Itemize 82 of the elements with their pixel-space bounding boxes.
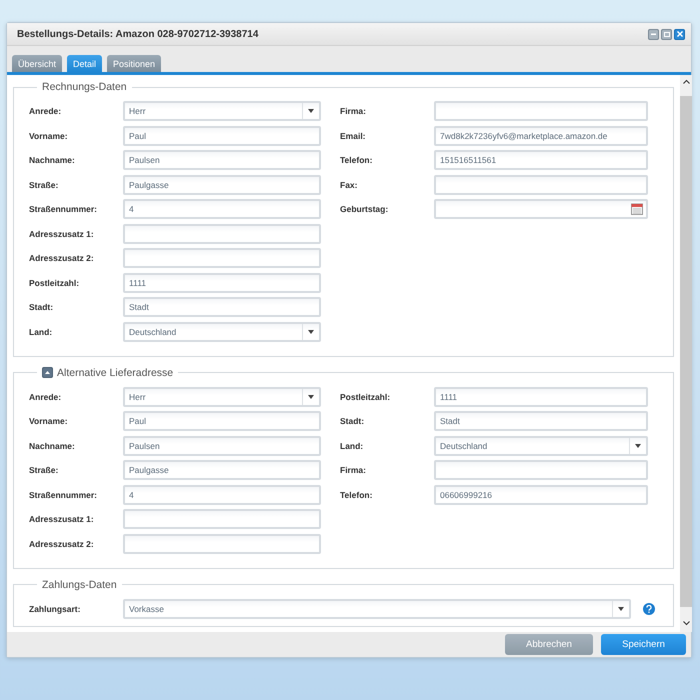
input-field[interactable]: Paulsen [123,150,321,170]
caret-icon [308,109,314,113]
field-label: Vorname: [29,416,69,426]
field-label: Stadt: [29,302,54,312]
caret-icon [308,330,314,334]
field-label: Straßennummer: [29,490,98,500]
section-title: Zahlungs-Daten [42,578,117,590]
help-icon[interactable] [643,602,655,614]
date-field[interactable] [434,199,648,219]
field-label: Telefon: [340,155,374,165]
field-label: Adresszusatz 1: [29,514,95,524]
dropdown-field[interactable]: Herr [123,101,321,121]
section-title: Alternative Lieferadresse [57,366,174,378]
field-label: Straße: [29,465,60,475]
save-button[interactable]: Speichern [601,634,686,655]
minimize-button[interactable] [648,28,659,40]
field-label: Postleitzahl: [29,278,80,288]
input-field[interactable] [123,248,321,268]
field-label: Adresszusatz 2: [29,538,95,548]
question-mark-icon [646,604,652,612]
field-label: Zahlungsart: [29,604,82,614]
input-field[interactable]: 151516511561 [434,150,648,170]
field-label: Land: [340,440,364,450]
tab[interactable]: Übersicht [12,55,62,72]
caret-icon [618,606,624,610]
input-field[interactable]: Stadt [434,411,648,431]
caret-icon [308,394,314,398]
field-label: Postleitzahl: [340,392,392,402]
field-label: Anrede: [29,106,62,116]
dropdown-field[interactable]: Deutschland [123,322,321,342]
input-field[interactable]: 4 [123,199,321,219]
input-field[interactable]: 1111 [434,386,648,406]
scroll-up-icon[interactable] [682,79,690,84]
window-title: Bestellungs-Details: Amazon 028-9702712-3938714 [17,28,258,40]
input-field[interactable] [123,534,321,554]
field-label: Straße: [29,180,60,190]
field-label: Fax: [340,180,358,190]
input-field[interactable]: Paulgasse [123,174,321,194]
field-label: Nachname: [29,440,76,450]
input-field[interactable]: 4 [123,484,321,504]
field-label: Stadt: [340,416,366,426]
tab[interactable]: Detail [67,55,102,72]
field-label: Adresszusatz 2: [29,253,95,263]
minimize-icon [651,33,656,35]
tab[interactable]: Positionen [107,55,162,72]
maximize-icon [664,32,670,36]
field-label: Vorname: [29,130,69,140]
close-icon [676,31,682,37]
dropdown-field[interactable]: Vorkasse [123,598,631,618]
field-label: Adresszusatz 1: [29,228,95,238]
input-field[interactable]: Paul [123,126,321,146]
field-label: Land: [29,326,54,336]
input-field[interactable]: 06606999216 [434,484,648,504]
input-field[interactable]: 7wd8k2k7236yfv6@marketplace.amazon.de [434,126,648,146]
triangle-icon [45,371,50,374]
input-field[interactable] [434,101,648,121]
input-field[interactable]: Paul [123,411,321,431]
field-label: Telefon: [340,490,374,500]
field-label: Email: [340,130,367,140]
field-label: Anrede: [29,392,62,402]
calendar-icon[interactable] [631,203,643,215]
input-field[interactable]: Stadt [123,297,321,317]
dropdown-field[interactable]: Herr [123,386,321,406]
scroll-down-icon[interactable] [682,621,690,626]
section-title: Rechnungs-Daten [42,81,127,93]
input-field[interactable] [434,460,648,480]
field-label: Nachname: [29,155,76,165]
input-field[interactable]: Paulgasse [123,460,321,480]
input-field[interactable] [123,224,321,244]
dropdown-field[interactable]: Deutschland [434,436,648,456]
maximize-button[interactable] [661,28,672,40]
field-label: Straßennummer: [29,204,98,214]
caret-icon [635,444,641,448]
field-label: Firma: [340,465,367,475]
input-field[interactable]: Paulsen [123,436,321,456]
input-field[interactable] [123,509,321,529]
close-button[interactable] [674,28,685,40]
input-field[interactable] [434,174,648,194]
input-field[interactable]: 1111 [123,272,321,292]
field-label: Firma: [340,106,367,116]
field-label: Geburtstag: [340,204,390,214]
collapse-button[interactable] [42,367,53,378]
